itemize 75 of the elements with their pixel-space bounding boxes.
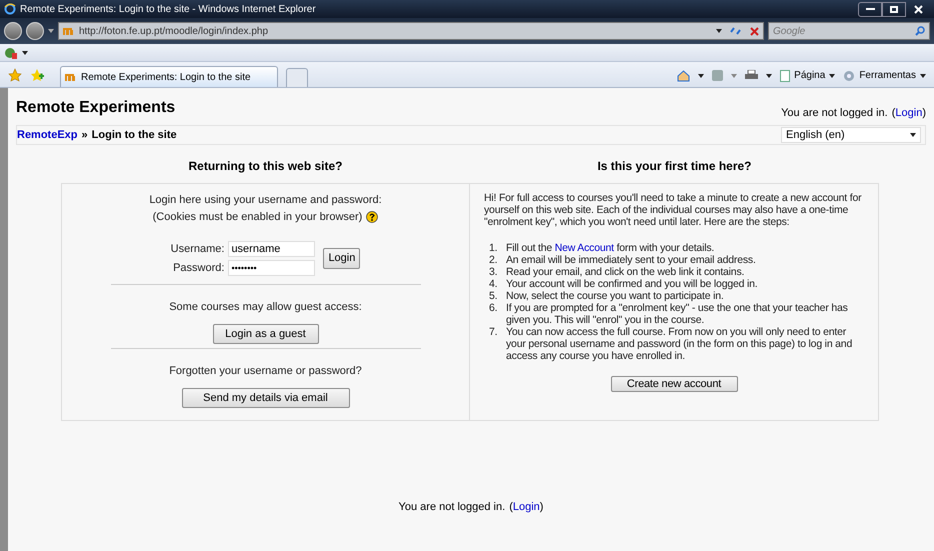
url-text: http://foton.fe.up.pt/moodle/login/index.php <box>79 24 268 38</box>
login-status-text: You are not logged in. <box>398 500 506 515</box>
section-heading: Returning to this web site? <box>187 158 344 175</box>
step-text: An email will be immediately sent to your email address. <box>506 254 756 266</box>
username-label: Username: <box>170 242 224 257</box>
step-text: Your account will be confirmed and you will be logged in. <box>506 278 758 290</box>
breadcrumb-link[interactable]: RemoteExp <box>17 126 78 144</box>
new-account-link[interactable]: New Account <box>554 242 614 254</box>
step-text: Read your email, and click on the web link it contains. <box>506 266 744 278</box>
send-details-button[interactable]: Send my details via email <box>182 388 350 408</box>
login-link[interactable]: Login <box>512 499 540 516</box>
address-field[interactable]: http://foton.fe.up.pt/moodle/login/index.php <box>58 22 764 40</box>
command-menu[interactable]: Ferramentas <box>843 68 926 83</box>
login-button[interactable]: Login <box>323 248 360 269</box>
step-text: If you are prompted for a "enrolment key" - use the one that your teacher has given you. This will "enrol" you in the course. <box>506 302 849 326</box>
language-select[interactable]: English (en) <box>781 127 921 143</box>
page-icon <box>780 70 790 82</box>
dropdown-icon <box>910 133 916 137</box>
section-heading: Is this your first time here? <box>596 158 753 175</box>
password-label: Password: <box>173 260 224 276</box>
maximize-button[interactable] <box>882 2 906 16</box>
search-placeholder: Google <box>773 24 806 38</box>
step-text: Now, select the course you want to participate in. <box>506 290 724 302</box>
search-icon[interactable] <box>915 26 925 36</box>
help-icon[interactable] <box>366 210 378 223</box>
step-text: You can now access the full course. From now on you will only need to enter your personal username and password (in the form on this page) to log in and access any course you have enrolled in. <box>506 326 854 362</box>
step-number: 2. <box>489 254 498 266</box>
step-number: 6. <box>489 302 498 316</box>
password-field[interactable]: •••••••• <box>228 260 316 276</box>
site-title: Remote Experiments <box>16 98 176 118</box>
browser-logo-icon <box>4 3 16 15</box>
login-link[interactable]: Login <box>895 104 922 121</box>
parenthesis: ( <box>892 106 896 120</box>
breadcrumb-separator: » <box>82 128 88 143</box>
intro-text: (Cookies must be enabled in your browser) <box>152 210 362 224</box>
step-number: 7. <box>489 326 498 340</box>
command-menu[interactable]: Página <box>780 68 836 83</box>
window-title: Remote Experiments: Login to the site - Windows Internet Explorer <box>20 2 316 16</box>
gear-icon <box>843 70 856 82</box>
site-favicon-icon <box>65 72 77 82</box>
dropdown-icon[interactable] <box>716 29 722 33</box>
step-number: 5. <box>489 290 498 302</box>
guest-access-text: Some courses may allow guest access: <box>169 300 362 315</box>
breadcrumb-current: Login to the site <box>92 128 177 143</box>
dropdown-icon[interactable] <box>766 74 772 78</box>
guest-login-button[interactable]: Login as a guest <box>212 324 318 344</box>
forgot-password-text: Forgotten your username or password? <box>169 364 362 379</box>
site-favicon-icon <box>63 26 75 36</box>
favorites-star-icon[interactable] <box>8 68 22 82</box>
dropdown-icon <box>920 74 926 78</box>
username-field[interactable]: username <box>228 241 316 258</box>
home-icon[interactable] <box>677 70 690 82</box>
dropdown-icon[interactable] <box>22 50 28 54</box>
add-favorite-icon[interactable] <box>30 68 44 82</box>
close-icon <box>914 4 922 14</box>
back-button[interactable] <box>4 22 22 40</box>
dropdown-icon <box>829 74 836 78</box>
step-number: 3. <box>489 266 498 278</box>
login-status-text: You are not logged in. <box>781 106 888 120</box>
step-number: 4. <box>489 278 498 290</box>
parenthesis: ( <box>509 500 513 515</box>
parenthesis: ) <box>922 106 926 120</box>
step-number: 1. <box>489 242 498 254</box>
create-account-button[interactable]: Create new account <box>610 376 738 392</box>
tab-title: Remote Experiments: Login to the site <box>81 70 251 84</box>
minimize-button[interactable] <box>858 2 882 16</box>
signup-intro-text: Hi! For full access to courses you'll need to take a minute to create a new account for yourself on this web site. Each of the individual courses may also have a one-time "enrolment key", which you won't need until later. Here are the steps: <box>484 192 862 228</box>
forward-button[interactable] <box>26 22 44 40</box>
browser-tab[interactable]: Remote Experiments: Login to the site <box>60 66 278 87</box>
step-text: Fill out the New Account form with your details. <box>506 242 714 254</box>
parenthesis: ) <box>540 500 544 515</box>
dropdown-icon[interactable] <box>698 74 704 78</box>
intro-text: Login here using your username and password: <box>149 193 382 208</box>
printer-icon[interactable] <box>745 70 758 81</box>
stop-icon[interactable] <box>750 26 759 36</box>
